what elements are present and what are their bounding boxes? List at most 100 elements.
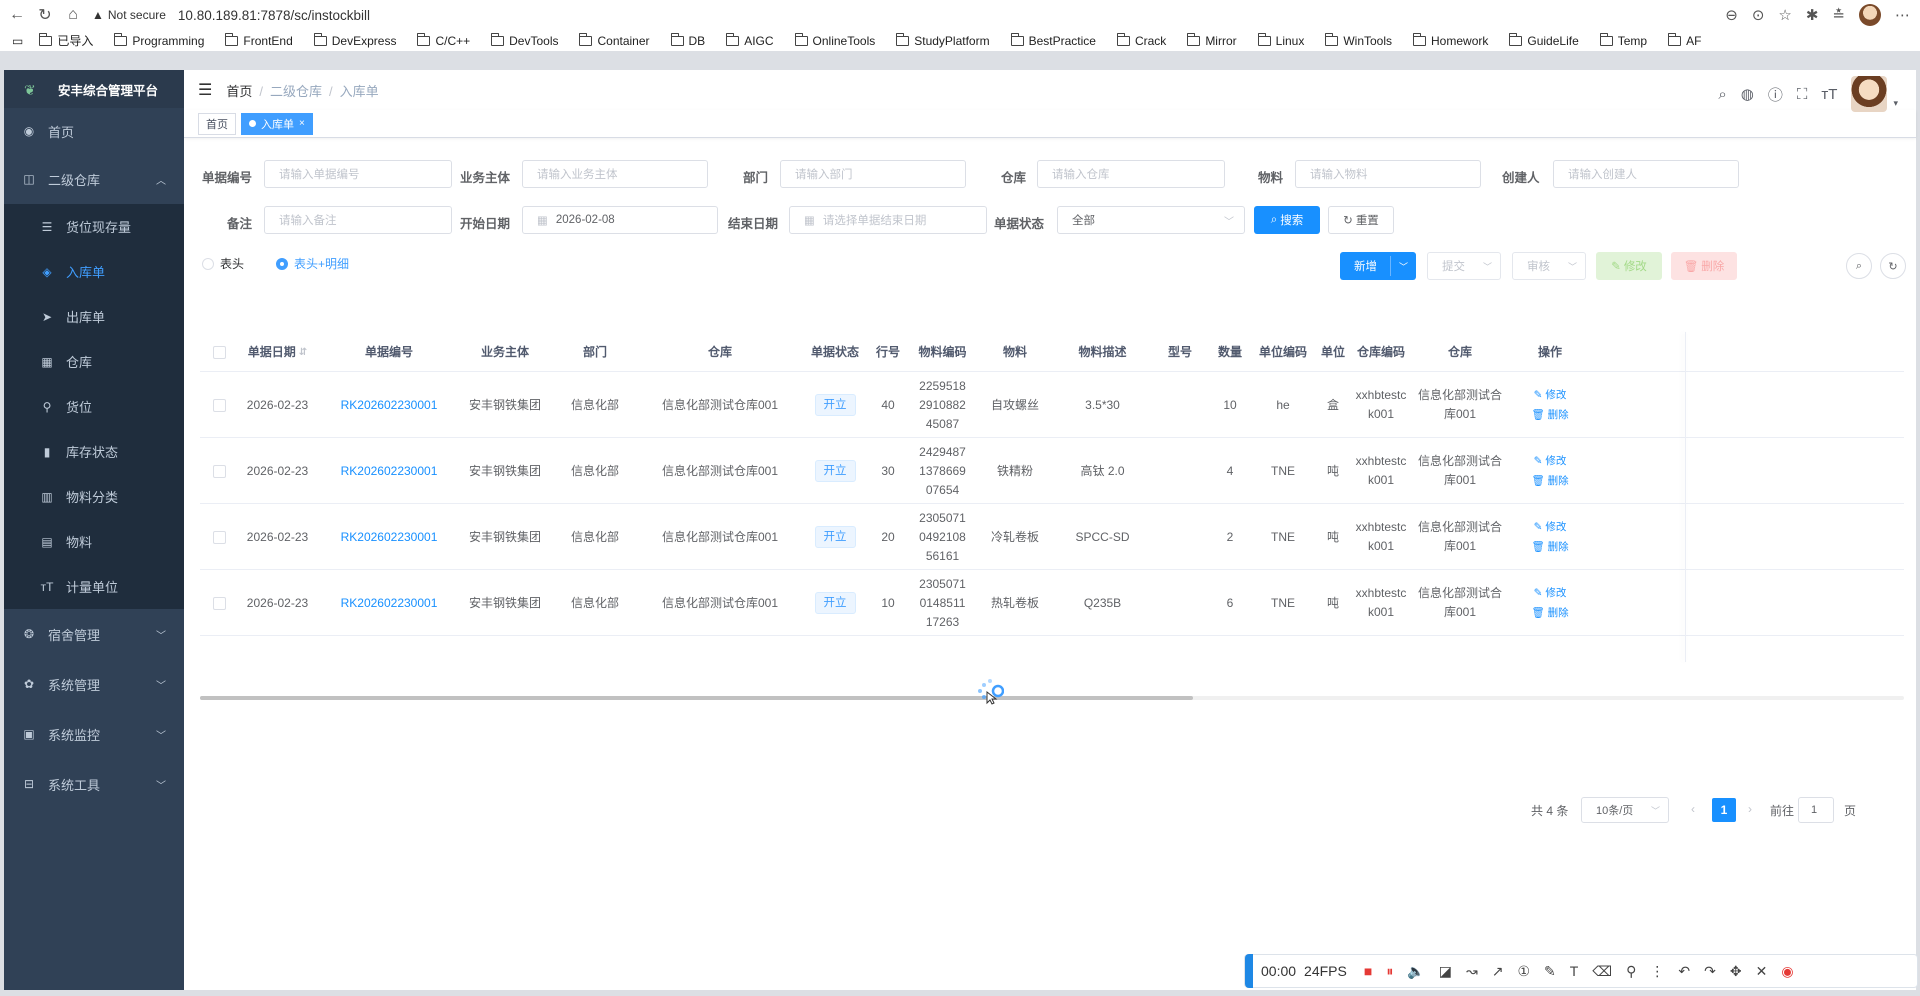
cell-no[interactable]: RK202602230001 <box>328 570 450 636</box>
page-size-select[interactable]: 10条/页 ﹀ <box>1581 797 1669 823</box>
row-delete-button[interactable]: 🗑 删除 <box>1531 603 1568 623</box>
edit-button[interactable]: ✎ 修改 <box>1596 252 1662 280</box>
menu-location[interactable]: ⚲ 货位 <box>4 384 184 429</box>
menu-material-category[interactable]: ▥ 物料分类 <box>4 474 184 519</box>
move-icon[interactable]: ✥ <box>1730 963 1742 980</box>
menu-material[interactable]: ▤ 物料 <box>4 519 184 564</box>
favorites-icon[interactable]: ≛ <box>1832 6 1845 24</box>
arrow-icon[interactable]: ↗ <box>1492 963 1504 980</box>
submit-button[interactable]: 提交 ﹀ <box>1427 252 1501 280</box>
prev-page-icon[interactable]: ‹ <box>1691 802 1695 816</box>
row-edit-button[interactable]: ✎ 修改 <box>1534 517 1567 537</box>
menu-monitor[interactable]: ▣ 系统监控 ﹀ <box>4 709 184 759</box>
delete-button[interactable]: 🗑 删除 <box>1671 252 1737 280</box>
row-edit-button[interactable]: ✎ 修改 <box>1534 385 1567 405</box>
column-header[interactable]: 单据日期 ⇵ <box>230 332 325 372</box>
table-row[interactable]: 2026-02-23 RK202602230001 安丰钢铁集团 信息化部 信息化部测试… <box>200 570 1904 636</box>
table-row[interactable]: 2026-02-23 RK202602230001 安丰钢铁集团 信息化部 信息化部测试… <box>200 504 1904 570</box>
status-select[interactable]: 全部 ﹀ <box>1057 206 1245 234</box>
row-delete-button[interactable]: 🗑 删除 <box>1531 471 1568 491</box>
fullscreen-icon[interactable]: ⛶ <box>1797 86 1808 103</box>
bookmark-item[interactable]: WinTools <box>1325 32 1392 48</box>
row-checkbox[interactable] <box>212 596 226 610</box>
number-icon[interactable]: ① <box>1517 963 1530 980</box>
pause-icon[interactable]: ⏸ <box>1386 963 1393 980</box>
bookmark-item[interactable]: 已导入 <box>39 32 93 49</box>
cell-no[interactable]: RK202602230001 <box>328 438 450 504</box>
menu-stock-status[interactable]: ▮ 库存状态 <box>4 429 184 474</box>
menu-dorm[interactable]: ❂ 宿舍管理 ﹀ <box>4 609 184 659</box>
record-icon[interactable]: ◉ <box>1781 963 1793 980</box>
profile-avatar[interactable] <box>1859 4 1881 26</box>
menu-system[interactable]: ✿ 系统管理 ﹀ <box>4 659 184 709</box>
bookmark-item[interactable]: C/C++ <box>417 32 470 48</box>
text-icon[interactable]: T <box>1570 963 1579 979</box>
row-edit-button[interactable]: ✎ 修改 <box>1534 451 1567 471</box>
menu-warehouse2[interactable]: ◫ 二级仓库 ︿ <box>4 154 184 204</box>
tag-home[interactable]: 首页 <box>198 112 236 135</box>
github-icon[interactable]: ◍ <box>1741 85 1754 103</box>
audit-button[interactable]: 审核 ﹀ <box>1512 252 1586 280</box>
start-date-input[interactable]: ▦ 2026-02-08 <box>522 206 718 234</box>
star-icon[interactable]: ☆ <box>1778 6 1791 24</box>
user-avatar[interactable] <box>1851 76 1888 112</box>
eraser-icon[interactable]: ⌫ <box>1592 963 1612 980</box>
material-input[interactable]: 请输入物料 <box>1295 160 1481 188</box>
menu-tools[interactable]: ⊟ 系统工具 ﹀ <box>4 759 184 809</box>
bookmark-item[interactable]: StudyPlatform <box>896 32 990 48</box>
row-checkbox[interactable] <box>212 464 226 478</box>
address-bar[interactable]: ▲ Not secure 10.80.189.81:7878/sc/instoc… <box>92 3 370 27</box>
radio-header-detail[interactable]: 表头+明细 <box>276 255 349 272</box>
table-row[interactable]: 2026-02-23 RK202602230001 安丰钢铁集团 信息化部 信息化部测试… <box>200 372 1904 438</box>
table-row[interactable]: 2026-02-23 RK202602230001 安丰钢铁集团 信息化部 信息化部测试… <box>200 438 1904 504</box>
home-icon[interactable]: ⌂ <box>62 4 84 26</box>
warehouse-input[interactable]: 请输入仓库 <box>1037 160 1225 188</box>
sort-icon[interactable]: ⇵ <box>299 343 307 362</box>
bookmark-item[interactable]: Linux <box>1257 32 1304 48</box>
cell-no[interactable]: RK202602230001 <box>328 504 450 570</box>
radio-header-only[interactable]: 表头 <box>202 255 244 272</box>
question-icon[interactable]: ⓘ <box>1768 84 1783 105</box>
cell-no[interactable]: RK202602230001 <box>328 372 450 438</box>
volume-icon[interactable]: 🔈 <box>1407 963 1424 980</box>
stop-icon[interactable]: ■ <box>1364 963 1372 979</box>
select-all-checkbox[interactable] <box>212 345 226 359</box>
hamburger-icon[interactable]: ☰ <box>198 80 212 100</box>
row-checkbox[interactable] <box>212 530 226 544</box>
scrollbar-thumb[interactable] <box>200 696 1193 700</box>
search-icon[interactable]: ⌕ <box>1718 86 1726 103</box>
bookmark-item[interactable]: FrontEnd <box>225 32 293 48</box>
row-checkbox[interactable] <box>212 398 226 412</box>
menu-instock-bill[interactable]: ◈ 入库单 <box>4 249 184 294</box>
caret-down-icon[interactable]: ▾ <box>1893 98 1898 109</box>
redo-icon[interactable]: ↷ <box>1704 963 1716 980</box>
bookmark-item[interactable]: DB <box>670 32 705 48</box>
horizontal-scrollbar[interactable] <box>200 696 1904 700</box>
bookmark-item[interactable]: Mirror <box>1187 32 1237 48</box>
bookmark-item[interactable]: AIGC <box>726 32 774 48</box>
bookmark-item[interactable]: Temp <box>1599 32 1647 48</box>
more-icon[interactable]: ⋯ <box>1895 6 1910 24</box>
refresh-icon[interactable]: ↻ <box>1880 253 1906 279</box>
bill-no-input[interactable]: 请输入单据编号 <box>264 160 452 188</box>
url-text[interactable]: 10.80.189.81:7878/sc/instockbill <box>178 8 370 23</box>
translate-icon[interactable]: ⊙ <box>1752 6 1765 24</box>
bookmark-item[interactable]: BestPractice <box>1010 32 1096 48</box>
remark-input[interactable]: 请输入备注 <box>264 206 452 234</box>
more-vertical-icon[interactable]: ⋮ <box>1650 963 1664 980</box>
back-icon[interactable]: ← <box>6 4 28 26</box>
highlighter-icon[interactable]: ⚲ <box>1626 963 1636 980</box>
subject-input[interactable]: 请输入业务主体 <box>522 160 708 188</box>
bookmark-item[interactable]: GuideLife <box>1509 32 1579 48</box>
font-size-icon[interactable]: ᴛT <box>1821 86 1837 103</box>
reset-button[interactable]: ↻ 重置 <box>1328 206 1394 234</box>
dept-input[interactable]: 请输入部门 <box>780 160 966 188</box>
close-icon[interactable]: × <box>299 118 305 129</box>
undo-icon[interactable]: ↶ <box>1678 963 1690 980</box>
bookmark-item[interactable]: AF <box>1668 32 1701 48</box>
page-number-1[interactable]: 1 <box>1712 798 1736 822</box>
menu-location-stock[interactable]: ☰ 货位现存量 <box>4 204 184 249</box>
menu-warehouse[interactable]: ▦ 仓库 <box>4 339 184 384</box>
close-icon[interactable]: ✕ <box>1756 963 1768 980</box>
bookmark-item[interactable]: Crack <box>1116 32 1166 48</box>
